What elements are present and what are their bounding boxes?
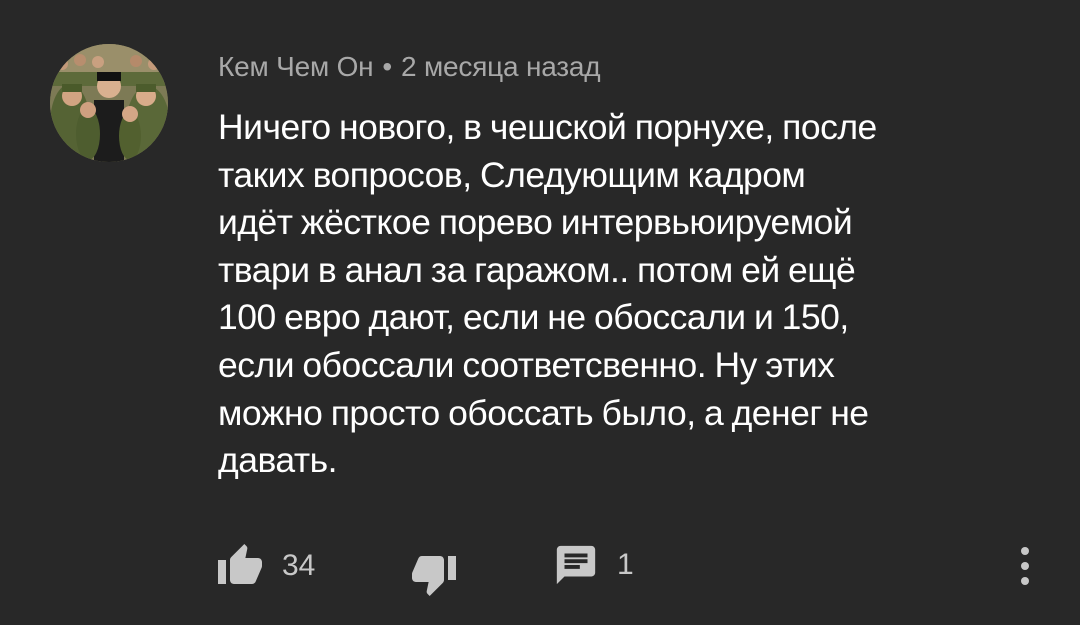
reply-count: 1	[617, 548, 634, 581]
comment-meta: Кем Чем Он • 2 месяца назад	[218, 47, 601, 87]
dislike-button[interactable]	[410, 550, 458, 598]
thumb-up-icon	[216, 542, 264, 590]
meta-separator: •	[382, 51, 393, 82]
comment-text-line: твари в анал за гаражом.. потом ей ещё	[218, 249, 856, 290]
comment-text: Ничего нового, в чешской порнухе, после …	[218, 104, 1048, 485]
reply-icon	[553, 542, 599, 588]
comment-item: Кем Чем Он • 2 месяца назад Ничего нового,…	[0, 0, 1080, 625]
comment-time[interactable]: 2 месяца назад	[401, 51, 601, 82]
thumb-down-icon	[410, 550, 458, 598]
like-button[interactable]: 34	[216, 542, 315, 590]
comment-text-line: таких вопросов, Следующим кадром	[218, 154, 806, 195]
avatar-image	[50, 44, 168, 162]
comment-text-line: 100 евро дают, если не обоссали и 150,	[218, 297, 849, 338]
reply-button[interactable]: 1	[553, 542, 634, 588]
comment-actions: 34 1	[0, 530, 1080, 600]
comment-text-line: можно просто обоссать было, а денег не	[218, 392, 869, 433]
comment-text-line: если обоссали соответсвенно. Ну этих	[218, 344, 835, 385]
comment-text-line: Ничего нового, в чешской порнухе, после	[218, 107, 877, 147]
more-vert-icon	[1015, 542, 1035, 590]
like-count: 34	[282, 549, 316, 582]
avatar[interactable]	[50, 44, 168, 162]
more-options-button[interactable]	[1015, 542, 1035, 590]
comment-text-line: идёт жёсткое порево интервьюируемой	[218, 202, 853, 243]
author-name[interactable]: Кем Чем Он	[218, 51, 374, 82]
comment-text-line: давать.	[218, 440, 338, 481]
